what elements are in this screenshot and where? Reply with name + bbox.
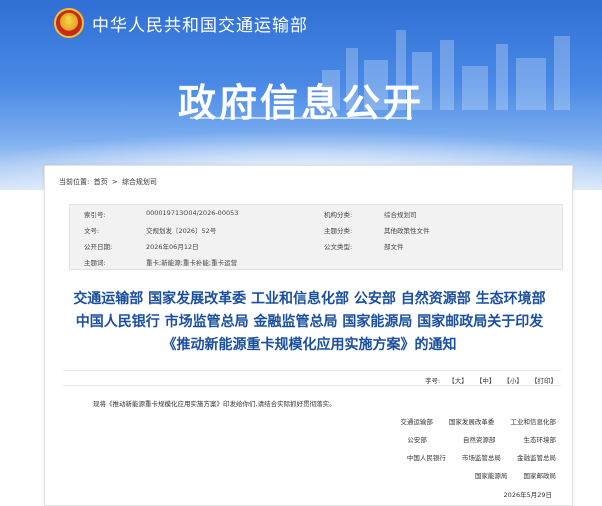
- meta-row: 主题词: 重卡;新能源;重卡补能;重卡运营: [70, 253, 562, 269]
- signer: 公安部: [407, 436, 427, 444]
- signer-row: 公安部 自然资源部 生态环境部: [393, 434, 556, 444]
- meta-key: 机构分类:: [324, 211, 353, 219]
- meta-key: 主题词:: [84, 259, 106, 267]
- document-body: 现将《推动新能源重卡规模化应用实施方案》印发给你们,请结合实际抓好贯彻落实。: [93, 400, 336, 408]
- signer: 工业和信息化部: [510, 418, 557, 426]
- signer: 市场监管总局: [461, 454, 501, 462]
- breadcrumb: 当前位置: 首页 > 综合规划司: [59, 177, 159, 187]
- meta-key: 索引号:: [84, 211, 106, 219]
- meta-value: 2026年06月12日: [146, 243, 199, 251]
- title-line-1: 交通运输部 国家发展改革委 工业和信息化部 公安部 自然资源部 生态环境部: [73, 291, 546, 307]
- title-underline: [190, 117, 412, 119]
- breadcrumb-label: 当前位置:: [59, 178, 90, 186]
- title-line-3: 《推动新能源重卡规模化应用实施方案》的通知: [162, 337, 457, 353]
- signer: 国家邮政局: [523, 472, 557, 480]
- signer: 生态环境部: [523, 436, 557, 444]
- signer: 金融监管总局: [517, 454, 556, 462]
- font-small-button[interactable]: 【小】: [503, 377, 523, 385]
- signer: 自然资源部: [462, 436, 496, 444]
- font-large-button[interactable]: 【大】: [448, 377, 468, 385]
- document-metadata-table: 索引号: 000019713O04/2026-00053 机构分类: 综合规划司…: [69, 204, 563, 270]
- meta-value: 综合规划司: [384, 211, 417, 219]
- meta-value: 重卡;新能源;重卡补能;重卡运营: [146, 259, 238, 267]
- signer-row: 交通运输部 国家发展改革委 工业和信息化部: [386, 416, 556, 426]
- signer: 交通运输部: [400, 418, 433, 426]
- meta-key: 公文类型:: [324, 243, 353, 251]
- signer: 国家发展改革委: [448, 418, 495, 426]
- meta-value: 000019713O04/2026-00053: [146, 209, 239, 217]
- font-size-toolbar: 字号: 【大】 【中】 【小】 【打印】: [63, 370, 561, 386]
- font-medium-button[interactable]: 【中】: [476, 377, 496, 385]
- document-date: 2026年5月29日: [503, 491, 552, 499]
- meta-value: 交规划发〔2026〕52号: [146, 227, 217, 235]
- meta-key: 公开日期:: [84, 243, 113, 251]
- meta-key: 文号:: [84, 227, 100, 235]
- signer-row: 国家能源局 国家邮政局: [461, 470, 556, 480]
- meta-row: 索引号: 000019713O04/2026-00053 机构分类: 综合规划司: [70, 205, 562, 221]
- signer: 中国人民银行: [406, 454, 446, 462]
- meta-value: 部文件: [384, 243, 404, 251]
- print-button[interactable]: 【打印】: [531, 377, 557, 385]
- signer-row: 中国人民银行 市场监管总局 金融监管总局: [393, 452, 556, 462]
- breadcrumb-home-link[interactable]: 首页: [94, 178, 108, 186]
- document-title: 交通运输部 国家发展改革委 工业和信息化部 公安部 自然资源部 生态环境部 中国…: [45, 288, 574, 357]
- header-banner: ★ 中华人民共和国交通运输部 政府信息公开: [0, 0, 602, 190]
- signer: 国家能源局: [474, 472, 508, 480]
- content-panel: 当前位置: 首页 > 综合规划司 索引号: 000019713O04/2026-…: [44, 165, 573, 506]
- meta-value: 其他政策性文件: [384, 227, 430, 235]
- breadcrumb-current-link[interactable]: 综合规划司: [122, 178, 157, 186]
- meta-row: 文号: 交规划发〔2026〕52号 主题分类: 其他政策性文件: [70, 221, 562, 237]
- title-line-2: 中国人民银行 市场监管总局 金融监管总局 国家能源局 国家邮政局关于印发: [75, 314, 544, 330]
- meta-row: 公开日期: 2026年06月12日 公文类型: 部文件: [70, 237, 562, 253]
- font-size-label: 字号:: [424, 377, 441, 385]
- meta-key: 主题分类:: [324, 227, 353, 235]
- breadcrumb-separator: >: [111, 178, 118, 186]
- national-emblem-icon[interactable]: ★: [54, 8, 84, 38]
- ministry-name[interactable]: 中华人民共和国交通运输部: [92, 11, 308, 36]
